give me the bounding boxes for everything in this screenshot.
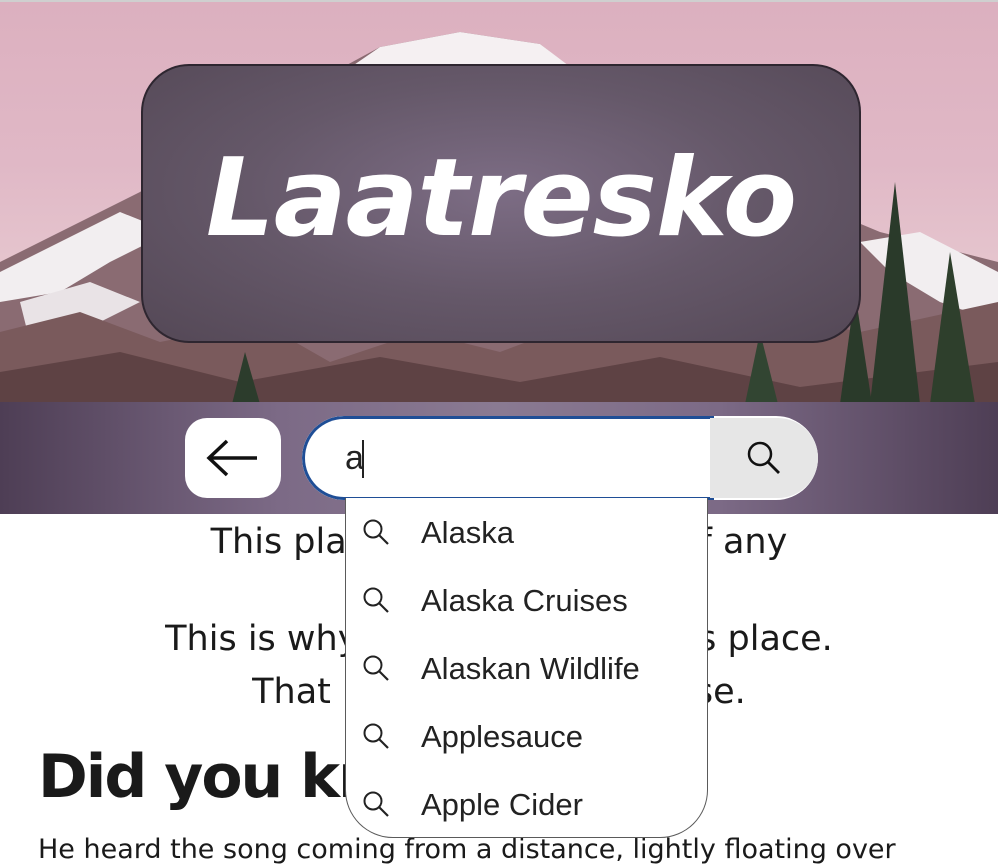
intro-line-2-left: This is why [165, 619, 359, 659]
suggestion-item[interactable]: Alaska Cruises [346, 566, 707, 634]
search-submit-button[interactable] [710, 418, 818, 498]
site-title: Laatresko [205, 135, 797, 261]
search-icon [363, 723, 389, 749]
suggestion-label: Applesauce [421, 719, 584, 754]
hero-banner: Laatresko [0, 0, 998, 402]
suggestion-label: Apple Cider [421, 787, 583, 822]
suggestion-item[interactable]: Alaskan Wildlife [346, 634, 707, 702]
section-paragraph: He heard the song coming from a distance… [38, 834, 896, 865]
search-icon [363, 587, 389, 613]
search-icon [363, 519, 389, 545]
search-icon [363, 791, 389, 817]
suggestion-label: Alaska [421, 515, 515, 550]
arrow-left-icon [206, 439, 257, 477]
title-card: Laatresko [141, 64, 861, 343]
text-cursor [362, 440, 364, 478]
back-button[interactable] [185, 418, 281, 498]
search-suggestions-dropdown: Alaska Alaska Cruises Alaskan Wildlife A… [345, 498, 708, 838]
search-icon [747, 441, 780, 474]
suggestion-item[interactable]: Applesauce [346, 702, 707, 770]
suggestion-label: Alaska Cruises [421, 583, 628, 618]
search-icon [363, 655, 389, 681]
suggestion-item[interactable]: Apple Cider [346, 770, 707, 837]
intro-line-2-right: is place. [688, 619, 833, 659]
intro-line-3-left: That [252, 672, 331, 712]
suggestion-label: Alaskan Wildlife [421, 651, 640, 686]
suggestion-item[interactable]: Alaska [346, 498, 707, 566]
